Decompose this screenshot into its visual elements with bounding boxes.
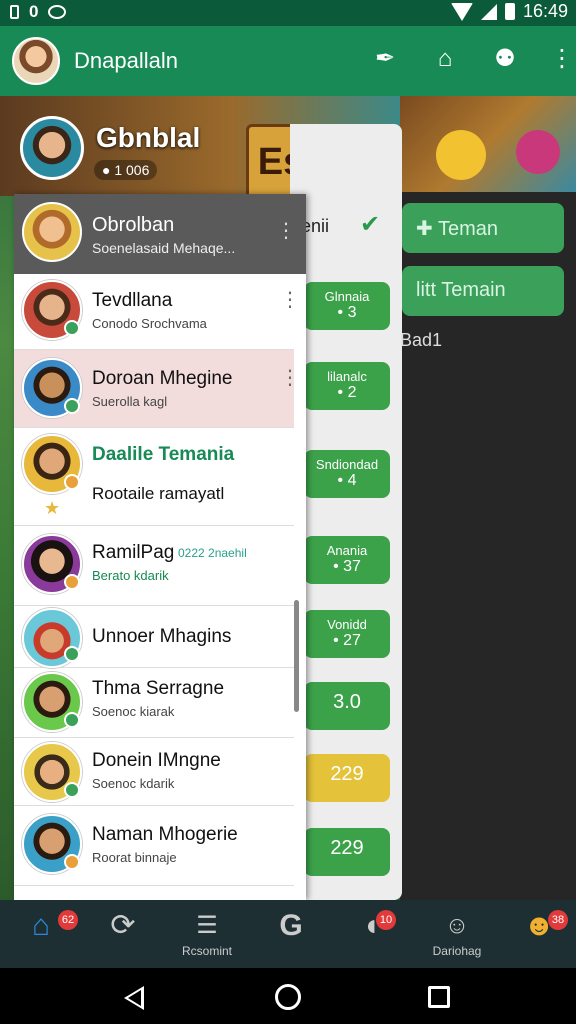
person-icon: ☺ xyxy=(444,912,470,939)
list-item[interactable]: ★ Daalile Temania Rootaile ramayatl xyxy=(14,428,294,526)
bell-icon[interactable]: ⌂ xyxy=(430,45,460,73)
friend-status: Conodo Srochvama xyxy=(92,316,207,331)
friend-status: Soenoc kiarak xyxy=(92,704,175,719)
check-icon: ✔ xyxy=(360,211,381,238)
right-game-art xyxy=(400,96,576,192)
notification-text: 0 xyxy=(29,2,39,21)
notification-badge: 10 xyxy=(376,910,396,930)
back-icon[interactable] xyxy=(124,986,144,1010)
list-item[interactable]: Doroan Mhegine Suerolla kagl ⋮ xyxy=(14,350,300,428)
star-icon: ★ xyxy=(44,498,61,518)
friend-name: Thma Serragne xyxy=(92,678,225,699)
list-item[interactable]: Tevdllana Conodo Srochvama ⋮ xyxy=(14,274,300,350)
status-bar: 0 16:49 xyxy=(0,0,576,26)
friend-status: Soenoc kdarik xyxy=(92,776,175,791)
app-bar: Dnapallaln ✒ ⌂ ⚉ ⋮ xyxy=(0,26,576,96)
refresh-icon: ⟳ xyxy=(110,909,136,942)
friend-name: Naman Mhogerie xyxy=(92,824,238,845)
bottom-nav: ⌂ 62 ⟳ ☰ Rcsomint G ◖ 10 ☺ Dariohag ☻ 38 xyxy=(0,900,576,968)
nav-emoji[interactable]: ☻ 38 xyxy=(504,908,574,964)
more-vert-icon[interactable]: ⋮ xyxy=(276,218,296,243)
home-button-icon[interactable] xyxy=(275,984,301,1010)
app-title: Dnapallaln xyxy=(74,48,178,73)
nav-home[interactable]: ⌂ 62 xyxy=(6,908,78,964)
chat-icon: ◖ xyxy=(361,909,381,942)
list-item[interactable]: Unnoer Mhagins xyxy=(14,606,294,668)
star-badge-icon xyxy=(516,130,560,174)
friend-name: Doroan Mhegine xyxy=(92,368,233,389)
nav-games[interactable]: G xyxy=(256,908,326,964)
list-item[interactable]: Donein IMngne Soenoc kdarik xyxy=(14,738,294,806)
notification-badge: 38 xyxy=(548,910,568,930)
online-dot xyxy=(64,712,80,728)
friend-status: Rootaile ramayatl xyxy=(92,484,225,503)
notification-badge: 62 xyxy=(58,910,78,930)
online-dot xyxy=(64,854,80,870)
more-vert-icon[interactable]: ⋮ xyxy=(550,44,574,73)
score-button[interactable]: 229 xyxy=(304,754,390,802)
profile-avatar[interactable] xyxy=(20,116,84,180)
n-icon xyxy=(48,5,67,19)
nav-recommend[interactable]: ☰ Rcsomint xyxy=(172,908,242,964)
online-dot xyxy=(64,474,80,490)
friend-tag: 0222 2naehil xyxy=(178,546,247,560)
smiley-icon xyxy=(436,130,486,180)
profile-coins: ● 1 006 xyxy=(94,160,158,180)
friend-name: Tevdllana xyxy=(92,290,173,311)
list-item[interactable]: Thma Serragne Soenoc kiarak xyxy=(14,668,294,738)
friend-name: Unnoer Mhagins xyxy=(92,626,232,647)
right-label: Bad1 xyxy=(400,330,443,350)
nav-chat[interactable]: ◖ 10 xyxy=(336,908,406,964)
g-icon: G xyxy=(279,909,303,942)
nav-refresh[interactable]: ⟳ xyxy=(88,908,158,964)
more-vert-icon[interactable]: ⋮ xyxy=(280,290,300,310)
tambah-teman-button[interactable]: litt Temain xyxy=(402,266,564,316)
more-vert-icon[interactable]: ⋮ xyxy=(280,368,300,388)
online-dot xyxy=(64,574,80,590)
nav-profile[interactable]: ☺ Dariohag xyxy=(422,908,492,964)
friend-list-header[interactable]: Obrolban Soenelasaid Mehaqe... ⋮ xyxy=(14,194,306,274)
score-button[interactable]: 3.0 xyxy=(304,682,390,730)
system-nav-bar xyxy=(0,968,576,1024)
friend-name: Donein IMngne xyxy=(92,750,221,771)
friend-status: Suerolla kagl xyxy=(92,394,168,409)
feather-icon[interactable]: ✒ xyxy=(370,44,400,73)
friend-name: RamilPag xyxy=(92,542,175,563)
score-button[interactable]: Anania • 37 xyxy=(304,536,390,584)
signal-icon xyxy=(480,3,497,20)
score-button[interactable]: Sndiondad • 4 xyxy=(304,450,390,498)
recents-icon[interactable] xyxy=(428,986,450,1008)
teman-button[interactable]: ✚ Teman xyxy=(402,203,564,253)
online-dot xyxy=(64,320,80,336)
score-button[interactable]: 229 xyxy=(304,828,390,876)
online-dot xyxy=(64,782,80,798)
avatar xyxy=(22,202,82,262)
list-item[interactable]: RamilPag 0222 2naehil Berato kdarik xyxy=(14,526,294,606)
friend-status: Roorat binnaje xyxy=(92,850,177,865)
sim-icon xyxy=(10,5,19,19)
list-item-partial xyxy=(14,886,294,900)
friend-list[interactable]: Obrolban Soenelasaid Mehaqe... ⋮ Tevdlla… xyxy=(14,194,306,900)
plus-icon: ✚ xyxy=(416,218,438,240)
friend-name: Daalile Temania xyxy=(92,444,235,465)
notepad-icon: ☰ xyxy=(196,912,218,939)
account-avatar[interactable] xyxy=(12,37,60,85)
header-name: Obrolban xyxy=(92,214,175,236)
battery-icon xyxy=(504,3,515,20)
online-dot xyxy=(64,398,80,414)
header-sub: Soenelasaid Mehaqe... xyxy=(92,240,236,256)
online-dot xyxy=(64,646,80,662)
score-button[interactable]: lilanalc • 2 xyxy=(304,362,390,410)
friend-status: Berato kdarik xyxy=(92,568,169,583)
clock: 16:49 xyxy=(522,1,568,21)
score-button[interactable]: Glnnaia • 3 xyxy=(304,282,390,330)
scrollbar[interactable] xyxy=(294,600,299,712)
wifi-icon xyxy=(450,2,473,21)
search-icon[interactable]: ⚉ xyxy=(490,44,520,73)
list-item[interactable]: Naman Mhogerie Roorat binnaje xyxy=(14,806,294,886)
score-button[interactable]: Vonidd • 27 xyxy=(304,610,390,658)
profile-name: Gbnblal xyxy=(96,122,201,153)
